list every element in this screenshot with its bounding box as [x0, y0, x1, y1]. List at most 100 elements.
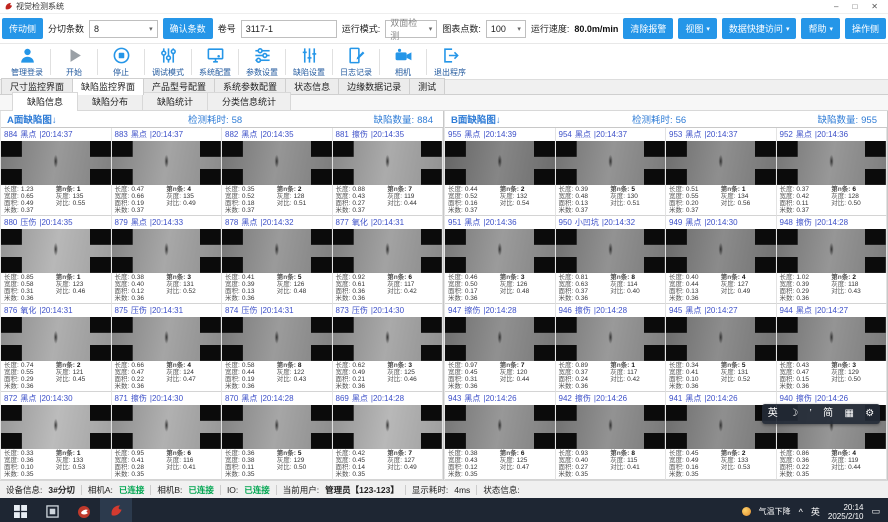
defect-image[interactable] — [666, 317, 776, 361]
defect-cell[interactable]: 944 黑点 |20:14:27 长度:0.43 宽度:0.47 面积:0.15… — [777, 304, 888, 392]
ime-simplified-toggle[interactable]: 简 — [823, 404, 833, 424]
defect-image[interactable] — [333, 229, 443, 273]
roll-number-input[interactable] — [241, 20, 337, 38]
defect-image[interactable] — [445, 405, 555, 449]
defect-image[interactable] — [112, 405, 222, 449]
operate-side-button[interactable]: 操作侧 — [845, 18, 886, 39]
defect-cell[interactable]: 874 压伤 |20:14:31 长度:0.58 宽度:0.44 面积:0.19… — [222, 304, 333, 392]
defect-image[interactable] — [112, 229, 222, 273]
defect-image[interactable] — [777, 229, 887, 273]
defect-image[interactable] — [445, 141, 555, 185]
defect-cell[interactable]: 954 黑点 |20:14:37 长度:0.39 宽度:0.48 面积:0.13… — [556, 128, 667, 216]
run-mode-select[interactable]: 双面检测▾ — [385, 20, 437, 38]
defect-image[interactable] — [1, 317, 111, 361]
defect-image[interactable] — [666, 229, 776, 273]
defect-cell[interactable]: 947 擦伤 |20:14:28 长度:0.97 宽度:0.45 面积:0.31… — [445, 304, 556, 392]
defect-cell[interactable]: 942 擦伤 |20:14:26 长度:0.93 宽度:0.40 面积:0.27… — [556, 392, 667, 480]
tab-6[interactable]: 测试 — [409, 78, 445, 94]
ime-keyboard-icon[interactable]: ▦ — [844, 404, 853, 424]
defect-cell[interactable]: 876 氧化 |20:14:31 长度:0.74 宽度:0.55 面积:0.29… — [1, 304, 112, 392]
defect-image[interactable] — [222, 405, 332, 449]
panel-title[interactable]: B面缺陷图↓ — [451, 112, 501, 126]
defect-cell[interactable]: 875 压伤 |20:14:31 长度:0.66 宽度:0.47 面积:0.22… — [112, 304, 223, 392]
ime-punctuation-icon[interactable]: ’ — [809, 404, 811, 424]
view-menu-button[interactable]: 视图▾ — [678, 18, 717, 39]
defect-cell[interactable]: 884 黑点 |20:14:37 长度:1.23 宽度:0.65 面积:0.49… — [1, 128, 112, 216]
start-button[interactable] — [4, 498, 36, 522]
data-quick-access-button[interactable]: 数据快捷访问▾ — [722, 18, 797, 39]
ime-halfwidth-icon[interactable]: ☽ — [789, 404, 798, 424]
defect-cell[interactable]: 952 黑点 |20:14:36 长度:0.37 宽度:0.42 面积:0.11… — [777, 128, 888, 216]
defect-cell[interactable]: 951 黑点 |20:14:36 长度:0.46 宽度:0.50 面积:0.17… — [445, 216, 556, 304]
action-debug-sliders-button[interactable]: 调试模式 — [145, 46, 191, 78]
defect-image[interactable] — [777, 141, 887, 185]
defect-cell[interactable]: 880 压伤 |20:14:35 长度:0.85 宽度:0.58 面积:0.31… — [1, 216, 112, 304]
ime-lang-toggle[interactable]: 英 — [768, 404, 778, 424]
tab-1[interactable]: 缺陷监控界面 — [72, 78, 144, 95]
notification-center-icon[interactable]: ▭ — [871, 506, 880, 517]
action-params-sliders-button[interactable]: 参数设置 — [239, 46, 285, 78]
defect-cell[interactable]: 871 擦伤 |20:14:30 长度:0.95 宽度:0.41 面积:0.28… — [112, 392, 223, 480]
defect-cell[interactable]: 869 黑点 |20:14:28 长度:0.42 宽度:0.45 面积:0.14… — [333, 392, 444, 480]
clear-alarm-button[interactable]: 清除报警 — [623, 18, 673, 39]
defect-image[interactable] — [1, 405, 111, 449]
weather-text[interactable]: 气温下降 — [759, 506, 791, 517]
defect-cell[interactable]: 873 压伤 |20:14:30 长度:0.62 宽度:0.49 面积:0.21… — [333, 304, 444, 392]
maximize-button[interactable]: □ — [852, 2, 857, 12]
defect-cell[interactable]: 945 黑点 |20:14:27 长度:0.34 宽度:0.41 面积:0.10… — [666, 304, 777, 392]
defect-cell[interactable]: 953 黑点 |20:14:37 长度:0.51 宽度:0.55 面积:0.20… — [666, 128, 777, 216]
confirm-count-button[interactable]: 确认条数 — [163, 18, 213, 39]
tab-4[interactable]: 状态信息 — [285, 78, 339, 94]
action-user-button[interactable]: 管理登录 — [4, 46, 50, 78]
defect-image[interactable] — [777, 317, 887, 361]
defect-image[interactable] — [333, 405, 443, 449]
defect-cell[interactable]: 878 黑点 |20:14:32 长度:0.41 宽度:0.39 面积:0.13… — [222, 216, 333, 304]
defect-cell[interactable]: 955 黑点 |20:14:39 长度:0.44 宽度:0.52 面积:0.16… — [445, 128, 556, 216]
tab-5[interactable]: 边缘数据记录 — [338, 78, 410, 94]
defect-image[interactable] — [666, 405, 776, 449]
defect-cell[interactable]: 872 黑点 |20:14:30 长度:0.33 宽度:0.36 面积:0.10… — [1, 392, 112, 480]
slit-count-select[interactable]: 8▾ — [89, 20, 158, 38]
panel-title[interactable]: A面缺陷图↓ — [7, 112, 57, 126]
action-log-button[interactable]: 日志记录 — [333, 46, 379, 78]
taskbar-clock[interactable]: 20:14 2025/2/10 — [828, 503, 864, 521]
subtab-0[interactable]: 缺陷信息 — [12, 92, 78, 111]
defect-cell[interactable]: 881 擦伤 |20:14:35 长度:0.88 宽度:0.43 面积:0.27… — [333, 128, 444, 216]
ime-settings-icon[interactable]: ⚙ — [865, 404, 874, 424]
action-camera-button[interactable]: 相机 — [380, 46, 426, 78]
defect-image[interactable] — [556, 405, 666, 449]
minimize-button[interactable]: – — [834, 2, 838, 12]
defect-cell[interactable]: 950 小凹坑 |20:14:32 长度:0.81 宽度:0.63 面积:0.3… — [556, 216, 667, 304]
defect-image[interactable] — [222, 229, 332, 273]
defect-image[interactable] — [222, 317, 332, 361]
defect-image[interactable] — [222, 141, 332, 185]
defect-image[interactable] — [556, 229, 666, 273]
close-button[interactable]: ✕ — [871, 2, 878, 12]
task-view-button[interactable] — [36, 498, 68, 522]
defect-cell[interactable]: 883 黑点 |20:14:37 长度:0.47 宽度:0.66 面积:0.19… — [112, 128, 223, 216]
defect-image[interactable] — [1, 141, 111, 185]
defect-cell[interactable]: 948 擦伤 |20:14:28 长度:1.02 宽度:0.39 面积:0.29… — [777, 216, 888, 304]
action-defect-sliders-button[interactable]: 缺陷设置 — [286, 46, 332, 78]
tray-expand-icon[interactable]: ^ — [799, 507, 803, 517]
action-exit-button[interactable]: 退出程序 — [427, 46, 473, 78]
defect-cell[interactable]: 946 擦伤 |20:14:28 长度:0.89 宽度:0.37 面积:0.24… — [556, 304, 667, 392]
chart-points-select[interactable]: 100▾ — [486, 20, 526, 38]
defect-image[interactable] — [556, 141, 666, 185]
defect-image[interactable] — [333, 317, 443, 361]
input-language-indicator[interactable]: 英 — [811, 505, 820, 518]
defect-image[interactable] — [666, 141, 776, 185]
subtab-2[interactable]: 缺陷统计 — [142, 92, 208, 110]
action-play-button[interactable]: 开始 — [51, 46, 97, 78]
defect-cell[interactable]: 941 黑点 |20:14:26 长度:0.45 宽度:0.49 面积:0.16… — [666, 392, 777, 480]
defect-image[interactable] — [445, 229, 555, 273]
defect-cell[interactable]: 870 黑点 |20:14:28 长度:0.36 宽度:0.38 面积:0.11… — [222, 392, 333, 480]
active-app-icon[interactable] — [100, 498, 132, 522]
action-stop-button[interactable]: 停止 — [98, 46, 144, 78]
action-monitor-button[interactable]: 系统配置 — [192, 46, 238, 78]
defect-cell[interactable]: 879 黑点 |20:14:33 长度:0.38 宽度:0.40 面积:0.12… — [112, 216, 223, 304]
pinned-app-icon[interactable] — [68, 498, 100, 522]
defect-cell[interactable]: 943 黑点 |20:14:26 长度:0.38 宽度:0.43 面积:0.12… — [445, 392, 556, 480]
defect-cell[interactable]: 882 黑点 |20:14:35 长度:0.35 宽度:0.52 面积:0.18… — [222, 128, 333, 216]
drive-side-button[interactable]: 传动侧 — [2, 18, 43, 39]
